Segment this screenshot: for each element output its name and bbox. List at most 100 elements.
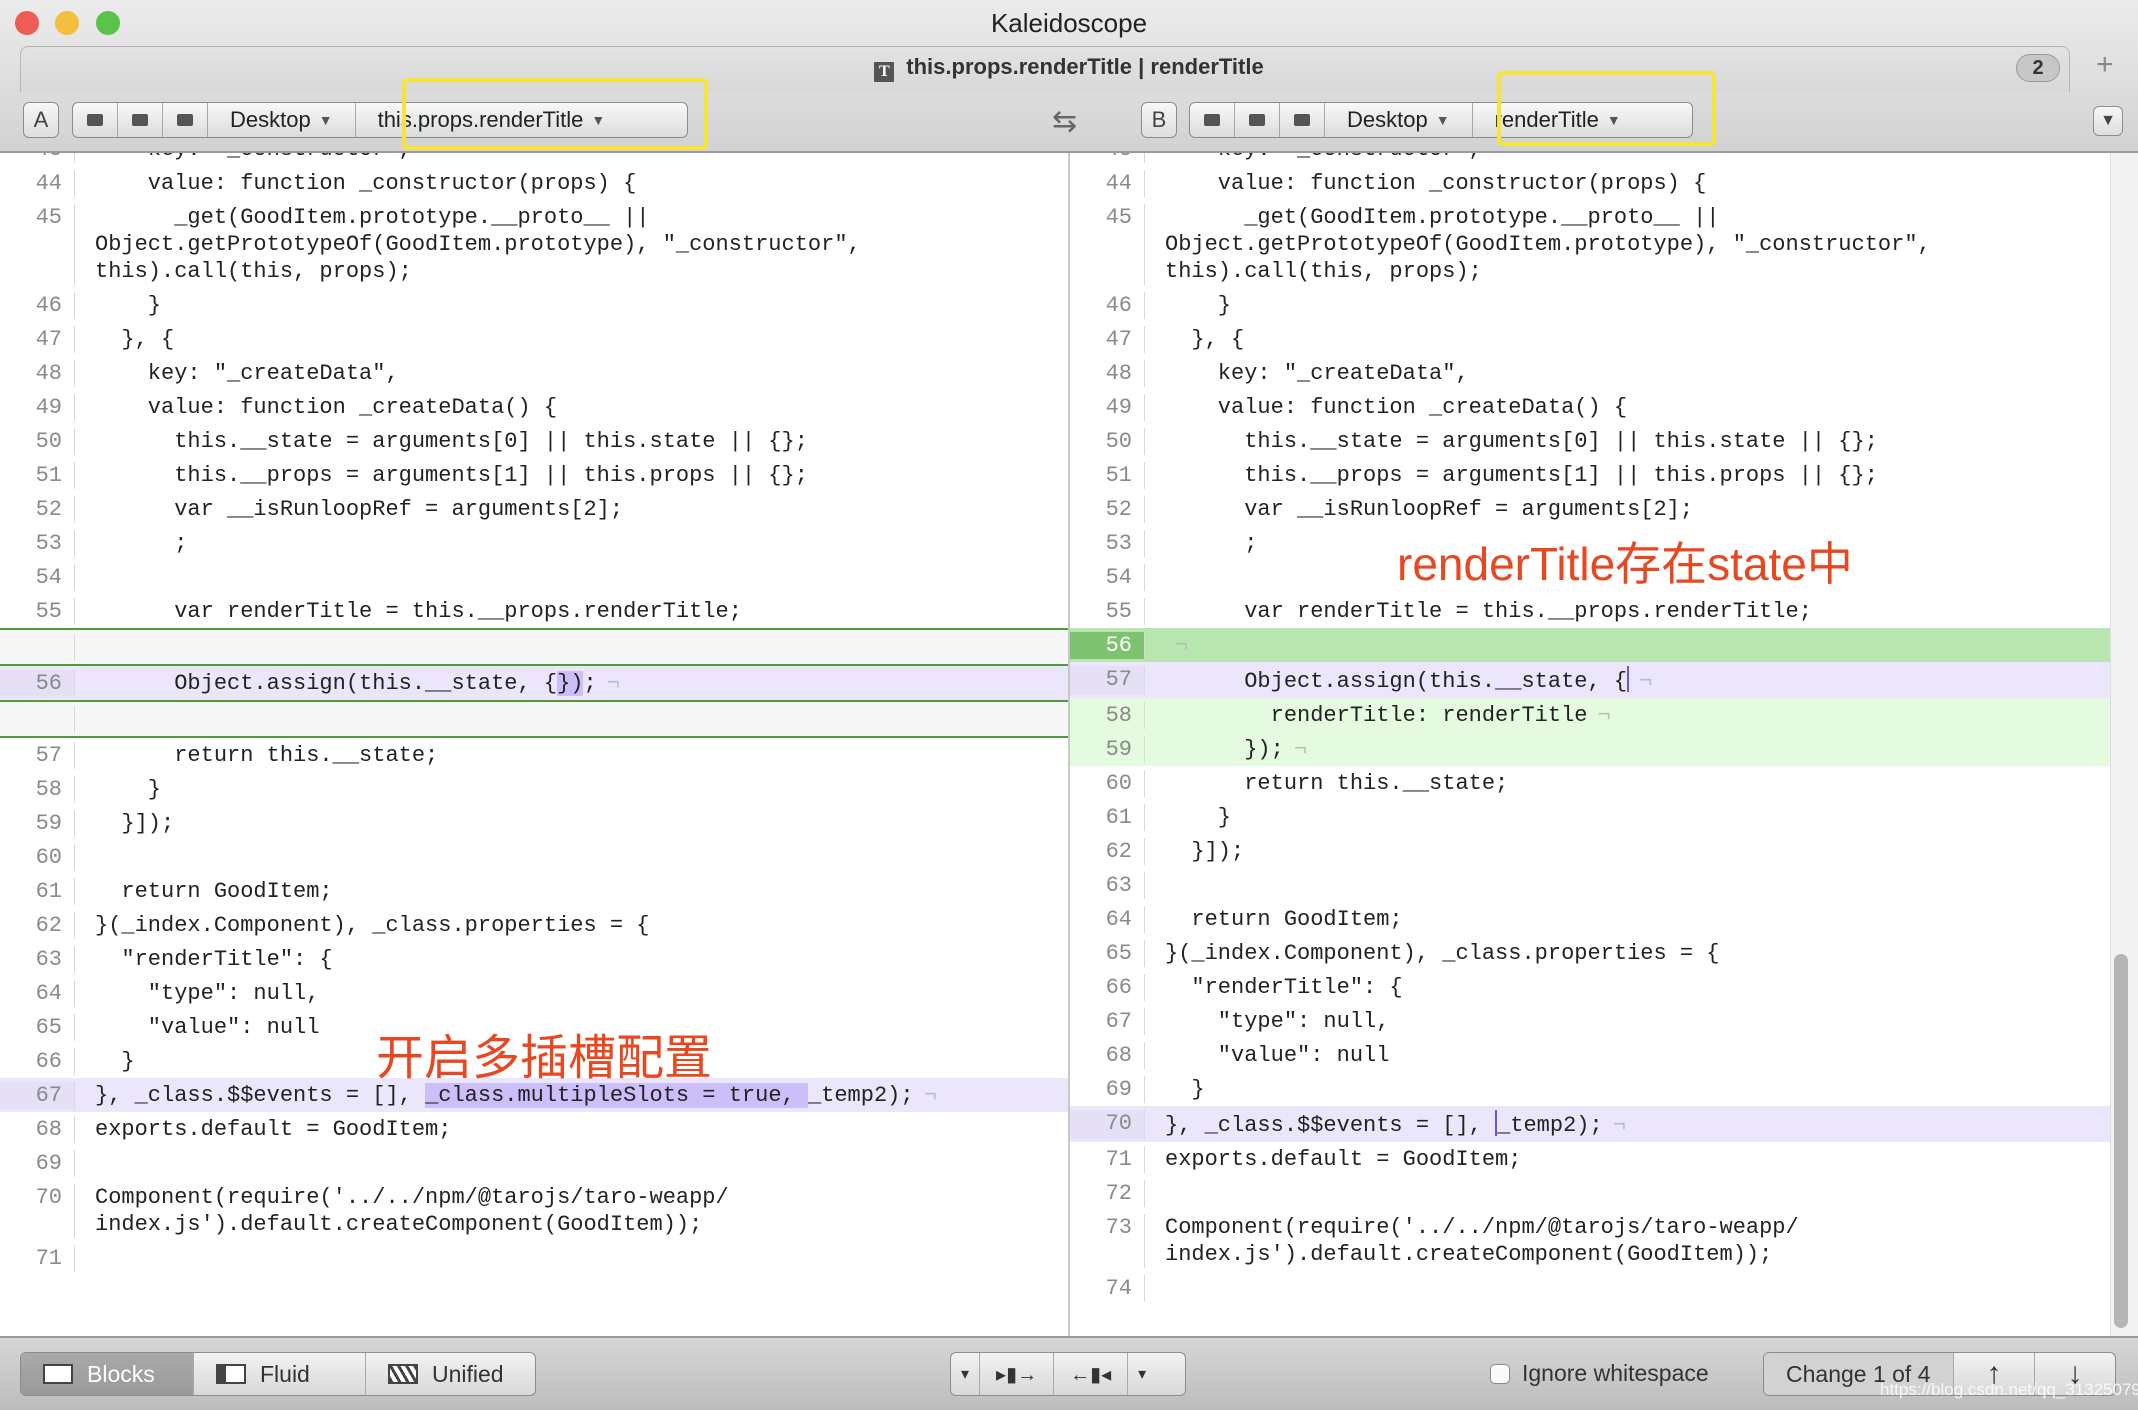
code-text[interactable]: "renderTitle": {: [1165, 974, 1402, 1001]
code-text[interactable]: "value": null: [95, 1014, 320, 1041]
code-text[interactable]: return this.__state;: [95, 742, 438, 769]
code-text[interactable]: ;: [95, 530, 187, 557]
code-text[interactable]: [1165, 564, 1178, 591]
code-text[interactable]: }); ¬: [1165, 736, 1307, 763]
code-text[interactable]: this.__state = arguments[0] || this.stat…: [1165, 428, 1878, 455]
code-text[interactable]: var __isRunloopRef = arguments[2];: [95, 496, 623, 523]
code-line: 72: [1070, 1176, 2110, 1210]
code-text[interactable]: "renderTitle": {: [95, 946, 332, 973]
code-text[interactable]: }: [1165, 1076, 1204, 1103]
path-desktop[interactable]: Desktop ▼: [1325, 103, 1473, 137]
path-folder[interactable]: [118, 103, 163, 137]
merge-right-dropdown[interactable]: ▾: [1128, 1353, 1156, 1395]
code-text[interactable]: }, _class.$$events = [], _temp2); ¬: [1165, 1109, 1626, 1139]
path-folder[interactable]: [1280, 103, 1325, 137]
path-disk[interactable]: [1190, 103, 1235, 137]
code-text[interactable]: exports.default = GoodItem;: [95, 1116, 451, 1143]
code-text[interactable]: }: [95, 292, 161, 319]
view-blocks-button[interactable]: Blocks: [21, 1353, 194, 1395]
add-tab-button[interactable]: +: [2096, 48, 2114, 82]
code-text[interactable]: [95, 844, 108, 871]
code-text[interactable]: this.__state = arguments[0] || this.stat…: [95, 428, 808, 455]
code-segment: }(_index.Component), _class.properties =…: [1165, 940, 1720, 966]
code-text[interactable]: "type": null,: [1165, 1008, 1390, 1035]
code-text[interactable]: [95, 634, 108, 661]
code-text[interactable]: [95, 1150, 108, 1177]
code-text[interactable]: key: "_createData",: [1165, 360, 1469, 387]
code-text[interactable]: [95, 564, 108, 591]
code-text[interactable]: return GoodItem;: [1165, 906, 1402, 933]
code-text[interactable]: }, {: [95, 326, 174, 353]
code-text[interactable]: "type": null,: [95, 980, 320, 1007]
code-text[interactable]: var __isRunloopRef = arguments[2];: [1165, 496, 1693, 523]
code-text[interactable]: [95, 1245, 108, 1272]
code-text[interactable]: Component(require('../../npm/@tarojs/tar…: [1165, 1214, 1799, 1268]
code-text[interactable]: value: function _constructor(props) {: [1165, 170, 1707, 197]
code-line: 70 Component(require('../../npm/@tarojs/t…: [0, 1180, 1068, 1241]
code-line: 67 "type": null,: [1070, 1004, 2110, 1038]
path-folder[interactable]: [163, 103, 208, 137]
code-text[interactable]: [1165, 872, 1178, 899]
code-text[interactable]: ;: [1165, 530, 1257, 557]
code-text[interactable]: Component(require('../../npm/@tarojs/tar…: [95, 1184, 729, 1238]
code-text[interactable]: }]);: [1165, 838, 1244, 865]
merge-right-button[interactable]: ▸▮→: [980, 1353, 1055, 1395]
ignore-whitespace-checkbox[interactable]: Ignore whitespace: [1490, 1360, 1709, 1387]
code-text[interactable]: }(_index.Component), _class.properties =…: [95, 912, 650, 939]
code-text[interactable]: }]);: [95, 810, 174, 837]
line-number: 70: [0, 1183, 75, 1238]
swap-arrows-icon[interactable]: ⇆: [1052, 104, 1077, 139]
code-text[interactable]: }: [1165, 292, 1231, 319]
code-text[interactable]: [1165, 1275, 1178, 1302]
code-text[interactable]: var renderTitle = this.__props.renderTit…: [95, 598, 742, 625]
path-folder[interactable]: [1235, 103, 1280, 137]
code-text[interactable]: this.__props = arguments[1] || this.prop…: [95, 462, 808, 489]
code-text[interactable]: this.__props = arguments[1] || this.prop…: [1165, 462, 1878, 489]
code-segment: ;: [1165, 530, 1258, 556]
code-text[interactable]: [1165, 1180, 1178, 1207]
code-text[interactable]: _get(GoodItem.prototype.__proto__ || Obj…: [95, 204, 861, 285]
code-text[interactable]: renderTitle: renderTitle ¬: [1165, 702, 1611, 729]
code-text[interactable]: _get(GoodItem.prototype.__proto__ || Obj…: [1165, 204, 1931, 285]
right-diff-pane[interactable]: 43 key: "_constructor",44 value: functio…: [1070, 153, 2110, 1336]
code-text[interactable]: key: "_constructor",: [95, 153, 412, 163]
code-text[interactable]: }(_index.Component), _class.properties =…: [1165, 940, 1720, 967]
view-unified-button[interactable]: Unified: [366, 1353, 526, 1395]
code-text[interactable]: value: function _constructor(props) {: [95, 170, 637, 197]
code-text[interactable]: }, {: [1165, 326, 1244, 353]
code-text[interactable]: Object.assign(this.__state, {}); ¬: [95, 670, 620, 697]
code-text[interactable]: var renderTitle = this.__props.renderTit…: [1165, 598, 1812, 625]
code-text[interactable]: Object.assign(this.__state, {¬: [1165, 665, 1652, 695]
left-diff-pane[interactable]: 43 key: "_constructor",44 value: functio…: [0, 153, 1068, 1336]
merge-left-dropdown[interactable]: ▾: [951, 1353, 981, 1395]
code-text[interactable]: }: [95, 776, 161, 803]
code-text[interactable]: ¬: [1165, 632, 1188, 659]
path-desktop[interactable]: Desktop ▼: [208, 103, 356, 137]
side-b-button[interactable]: B: [1141, 102, 1177, 138]
code-segment: value: function _createData() {: [1165, 394, 1628, 420]
code-text[interactable]: value: function _createData() {: [1165, 394, 1627, 421]
view-fluid-button[interactable]: Fluid: [194, 1353, 366, 1395]
line-number: 67: [0, 1081, 75, 1109]
code-line: 62 }]);: [1070, 834, 2110, 868]
code-line: 59 }]);: [0, 806, 1068, 840]
code-text[interactable]: key: "_createData",: [95, 360, 399, 387]
code-text[interactable]: }: [1165, 804, 1231, 831]
code-text[interactable]: exports.default = GoodItem;: [1165, 1146, 1521, 1173]
line-number: 74: [1070, 1274, 1145, 1302]
code-text[interactable]: value: function _createData() {: [95, 394, 557, 421]
path-disk[interactable]: [73, 103, 118, 137]
code-text[interactable]: }: [95, 1048, 134, 1075]
code-text[interactable]: return this.__state;: [1165, 770, 1508, 797]
merge-left-button[interactable]: ←▮◂: [1054, 1353, 1129, 1395]
options-menu-button[interactable]: ▼: [2093, 106, 2123, 136]
code-line: 68 "value": null: [1070, 1038, 2110, 1072]
tab-count-badge[interactable]: 2: [2016, 54, 2060, 82]
scrollbar-thumb[interactable]: [2114, 954, 2128, 1328]
checkbox[interactable]: [1490, 1363, 1510, 1384]
code-text[interactable]: return GoodItem;: [95, 878, 332, 905]
code-text[interactable]: key: "_constructor",: [1165, 153, 1482, 163]
code-line: 47 }, {: [1070, 322, 2110, 356]
side-a-button[interactable]: A: [23, 102, 59, 138]
code-text[interactable]: "value": null: [1165, 1042, 1390, 1069]
